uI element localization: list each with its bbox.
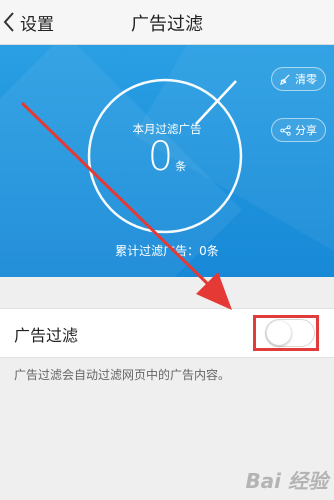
broom-icon [280,74,290,85]
baidu-watermark: Bai 经验 [245,469,328,493]
clear-label: 清零 [295,73,317,86]
clear-button[interactable]: 清零 [271,67,326,91]
page-title: 广告过滤 [131,14,203,35]
ad-filter-toggle[interactable] [265,319,315,347]
toggle-knob [267,321,291,345]
ad-filter-label: 广告过滤 [14,326,79,345]
monthly-count-unit: 条 [175,160,187,173]
share-icon [280,124,291,136]
monthly-count-value: 0 [147,134,174,180]
top-nav-bar: 设置 广告过滤 [0,0,334,45]
total-filtered-text: 累计过滤广告：0条 [115,244,219,258]
filter-stats-panel: 本月过滤广告 0条 累计过滤广告：0条 清零 分享 [0,45,334,277]
share-label: 分享 [295,124,317,137]
ad-filter-description: 广告过滤会自动过滤网页中的广告内容。 [14,368,231,382]
monthly-count-row: 0条 [0,137,334,177]
ad-filter-setting-row: 广告过滤 [0,308,334,358]
share-button[interactable]: 分享 [271,118,326,142]
